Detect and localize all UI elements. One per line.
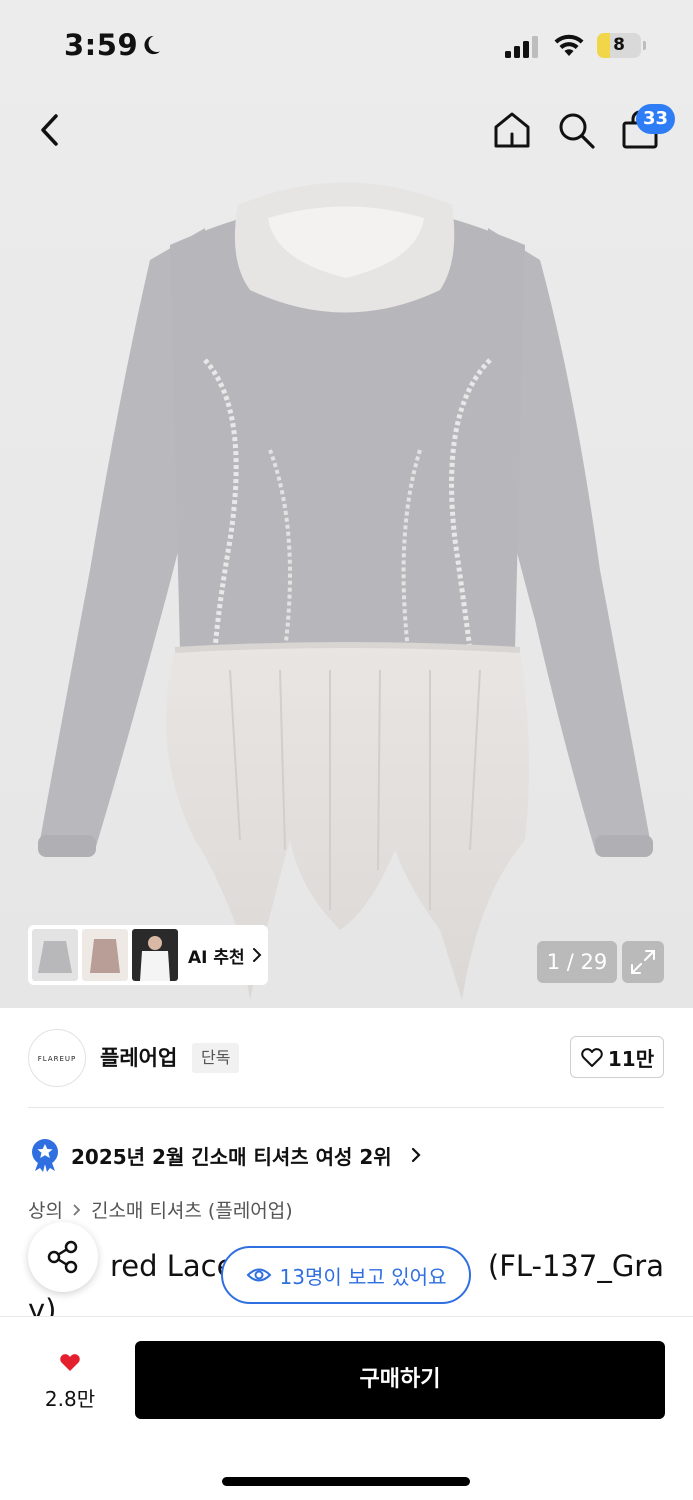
- recommend-thumbnail[interactable]: [32, 929, 78, 981]
- brand-name[interactable]: 플레어업: [100, 1042, 177, 1072]
- ranking-medal-icon: [32, 1139, 58, 1172]
- breadcrumb-item[interactable]: 상의: [28, 1196, 63, 1223]
- heart-filled-icon: [60, 1354, 80, 1371]
- battery-level: 8: [613, 35, 625, 55]
- bottom-action-bar: 2.8만 구매하기: [0, 1316, 693, 1500]
- expand-button[interactable]: [622, 941, 664, 983]
- chevron-right-icon: [411, 1147, 421, 1163]
- breadcrumb-item[interactable]: 긴소매 티셔츠 (플레어업): [91, 1196, 293, 1223]
- recommend-thumbnail[interactable]: [132, 929, 178, 981]
- eye-icon: [246, 1268, 271, 1282]
- back-icon[interactable]: [34, 110, 68, 150]
- divider: [28, 1107, 664, 1108]
- ranking-text[interactable]: 2025년 2월 긴소매 티셔츠 여성 2위: [71, 1141, 392, 1170]
- cart-count-badge: 33: [636, 104, 675, 134]
- product-title-left: red Lace: [110, 1249, 235, 1283]
- product-image: [38, 182, 653, 1000]
- exclusive-badge: 단독: [192, 1043, 240, 1073]
- status-time: 3:59: [64, 28, 139, 62]
- product-title-right: (FL-137_Gra: [487, 1249, 664, 1283]
- home-icon[interactable]: [492, 110, 532, 150]
- live-viewers-badge: 13명이 보고 있어요: [221, 1246, 471, 1304]
- heart-outline-icon: [581, 1048, 603, 1067]
- brand-like-button[interactable]: 11만: [570, 1036, 664, 1078]
- moon-icon: [144, 35, 161, 55]
- share-button[interactable]: [28, 1222, 98, 1292]
- wishlist-count: 2.8만: [44, 1387, 96, 1411]
- home-indicator: [222, 1477, 470, 1486]
- ai-recommend-label: AI 추천: [188, 947, 245, 968]
- wifi-icon: [554, 34, 584, 56]
- wishlist-button[interactable]: 2.8만: [30, 1351, 110, 1412]
- brand-like-count: 11만: [607, 1046, 655, 1071]
- search-icon[interactable]: [556, 110, 596, 150]
- share-icon: [47, 1240, 78, 1274]
- live-viewers-text: 13명이 보고 있어요: [279, 1264, 447, 1289]
- expand-icon: [631, 950, 655, 974]
- chevron-right-icon: [252, 948, 262, 962]
- ai-recommend-button[interactable]: AI 추천: [28, 925, 268, 985]
- cellular-signal-icon: [505, 36, 538, 58]
- product-image-gallery[interactable]: [0, 0, 693, 1008]
- battery-indicator: 8: [597, 33, 647, 58]
- breadcrumb: 상의 긴소매 티셔츠 (플레어업): [28, 1196, 293, 1223]
- chevron-right-icon: [73, 1203, 81, 1216]
- recommend-thumbnail[interactable]: [82, 929, 128, 981]
- brand-logo[interactable]: FLAREUP: [28, 1029, 86, 1087]
- status-bar: 3:59 8: [0, 0, 693, 92]
- buy-button[interactable]: 구매하기: [135, 1341, 665, 1419]
- image-counter: 1 / 29: [537, 941, 617, 983]
